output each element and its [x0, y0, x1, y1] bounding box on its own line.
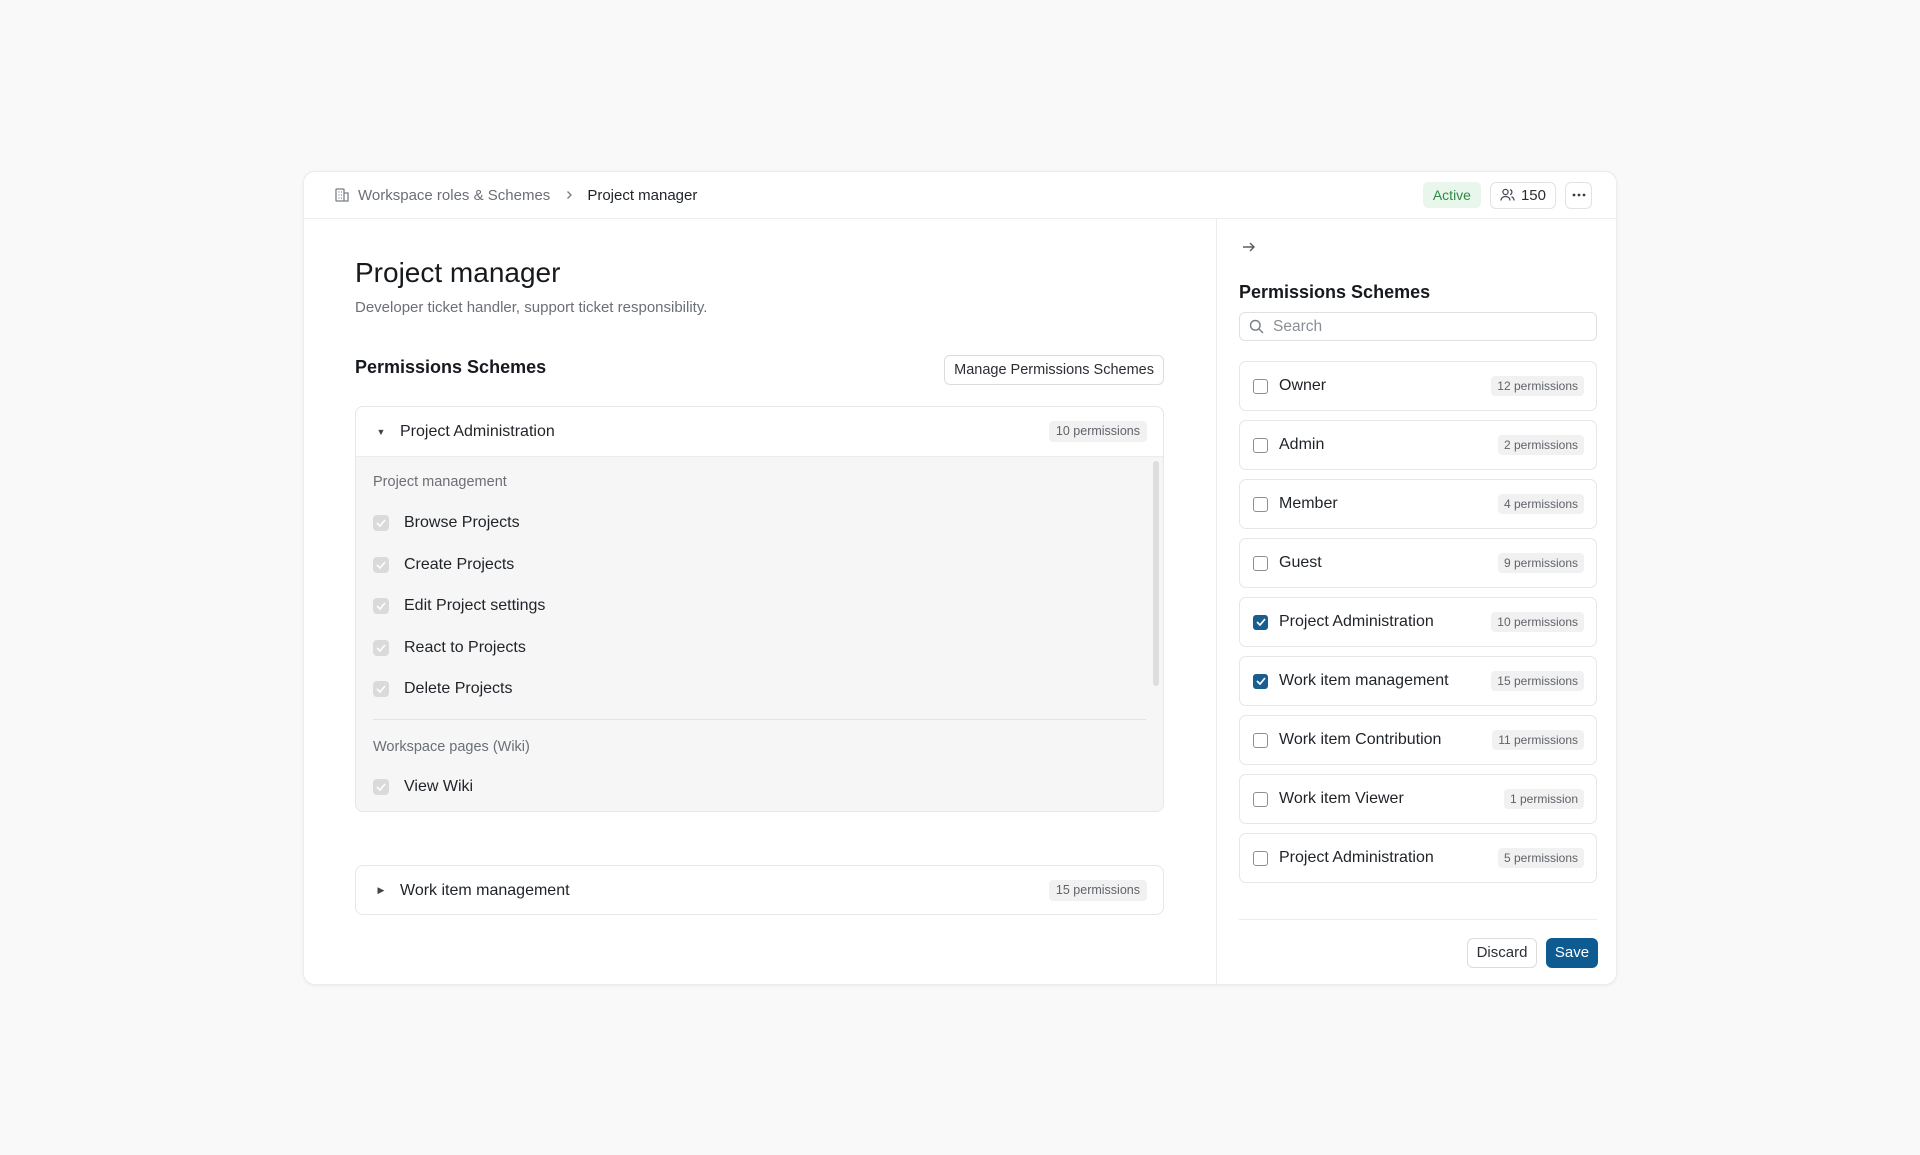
manage-permissions-schemes-button[interactable]: Manage Permissions Schemes [944, 355, 1164, 385]
discard-button[interactable]: Discard [1467, 938, 1537, 968]
accordion-body: Project management Browse Projects Creat… [356, 456, 1163, 811]
breadcrumb-parent-link[interactable]: Workspace roles & Schemes [358, 187, 550, 204]
scheme-name: Admin [1279, 436, 1325, 453]
checkbox[interactable] [1253, 437, 1268, 453]
side-panel-title: Permissions Schemes [1239, 282, 1431, 302]
permission-label: View Wiki [404, 778, 474, 795]
permission-count-badge: 11 permissions [1492, 730, 1584, 750]
scheme-name: Work item Contribution [1279, 731, 1442, 748]
check-icon [373, 515, 389, 531]
checkbox[interactable] [1253, 732, 1268, 748]
footer-divider [1239, 919, 1597, 920]
permission-row: View Wiki [373, 778, 473, 796]
permission-count-badge: 15 permissions [1491, 671, 1584, 691]
accordion-title: Project Administration [400, 422, 555, 440]
scheme-item[interactable]: Owner 12 permissions [1239, 361, 1597, 411]
permission-row: Edit Project settings [373, 597, 545, 615]
permission-label: Create Projects [404, 556, 515, 573]
permission-count-badge: 5 permissions [1497, 848, 1584, 868]
scheme-name: Project Administration [1279, 849, 1434, 866]
scheme-name: Project Administration [1279, 613, 1434, 630]
role-detail-card: Workspace roles & Schemes Project manage… [303, 171, 1617, 985]
checkbox[interactable] [1253, 378, 1268, 394]
check-icon [373, 681, 389, 697]
permission-label: Edit Project settings [404, 597, 546, 614]
scheme-item[interactable]: Work item management 15 permissions [1239, 656, 1597, 706]
permission-label: Browse Projects [404, 514, 520, 531]
checkbox[interactable] [1253, 791, 1268, 807]
breadcrumb: Workspace roles & Schemes Project manage… [334, 187, 697, 204]
member-count: 150 [1520, 186, 1546, 204]
scheme-name: Owner [1279, 377, 1327, 394]
permission-count-badge: 1 permission [1503, 789, 1584, 809]
permission-count-badge: 15 permissions [1048, 880, 1147, 901]
permission-count-badge: 4 permissions [1497, 494, 1584, 514]
scrollbar-thumb[interactable] [1153, 461, 1159, 686]
scheme-item[interactable]: Work item Viewer 1 permission [1239, 774, 1597, 824]
scheme-name: Member [1279, 495, 1338, 512]
arrow-right-icon[interactable] [1242, 241, 1256, 253]
search-input[interactable] [1273, 317, 1573, 336]
permission-label: React to Projects [404, 639, 526, 656]
section-title: Permissions Schemes [355, 357, 547, 377]
side-panel: Permissions Schemes Owner 12 permissions… [1216, 219, 1616, 984]
accordion-header[interactable]: ▶ Work item management 15 permissions [356, 866, 1163, 914]
permission-label: Delete Projects [404, 680, 513, 697]
building-icon [334, 187, 350, 203]
accordion-project-administration: ▼ Project Administration 10 permissions … [355, 406, 1164, 812]
checkbox-checked[interactable] [1253, 614, 1268, 630]
accordion-title: Work item management [400, 881, 570, 899]
scheme-name: Guest [1279, 554, 1322, 571]
more-options-button[interactable] [1565, 181, 1592, 209]
check-icon [1255, 618, 1266, 626]
top-bar: Workspace roles & Schemes Project manage… [304, 172, 1616, 219]
checkbox[interactable] [1253, 496, 1268, 512]
permission-row: Browse Projects [373, 514, 520, 532]
check-icon [373, 598, 389, 614]
scheme-name: Work item management [1279, 672, 1449, 689]
accordion-header[interactable]: ▼ Project Administration 10 permissions [356, 407, 1163, 456]
checkbox[interactable] [1253, 555, 1268, 571]
checkbox-checked[interactable] [1253, 673, 1268, 689]
permission-row: Delete Projects [373, 680, 513, 698]
main-panel: Project manager Developer ticket handler… [304, 219, 1216, 984]
checkbox[interactable] [1253, 850, 1268, 866]
breadcrumb-current: Project manager [587, 186, 698, 204]
page-description: Developer ticket handler, support ticket… [355, 299, 708, 316]
members-button[interactable]: 150 [1489, 181, 1556, 209]
permission-count-badge: 10 permissions [1491, 612, 1584, 632]
group-label: Workspace pages (Wiki) [373, 739, 530, 755]
more-horizontal-icon [1572, 193, 1586, 197]
chevron-right-icon [564, 190, 574, 200]
caret-right-icon: ▶ [377, 885, 385, 895]
permission-count-badge: 12 permissions [1491, 376, 1584, 396]
users-icon [1500, 188, 1515, 202]
scheme-item[interactable]: Work item Contribution 11 permissions [1239, 715, 1597, 765]
save-button[interactable]: Save [1546, 938, 1598, 968]
scheme-name: Work item Viewer [1279, 790, 1404, 807]
scheme-item[interactable]: Guest 9 permissions [1239, 538, 1597, 588]
scheme-item[interactable]: Member 4 permissions [1239, 479, 1597, 529]
check-icon [373, 640, 389, 656]
permission-count-badge: 9 permissions [1497, 553, 1584, 573]
permission-row: React to Projects [373, 639, 526, 657]
scheme-item[interactable]: Project Administration 10 permissions [1239, 597, 1597, 647]
check-icon [373, 779, 389, 795]
group-label: Project management [373, 474, 507, 490]
permission-row: Create Projects [373, 556, 514, 574]
caret-down-icon: ▼ [376, 426, 386, 437]
accordion-work-item-management: ▶ Work item management 15 permissions [355, 865, 1164, 915]
scheme-item[interactable]: Project Administration 5 permissions [1239, 833, 1597, 883]
search-icon [1249, 319, 1264, 334]
status-badge: Active [1422, 182, 1481, 208]
group-divider [373, 719, 1146, 720]
scheme-item[interactable]: Admin 2 permissions [1239, 420, 1597, 470]
search-box [1239, 312, 1597, 341]
check-icon [1255, 677, 1266, 685]
permission-count-badge: 2 permissions [1497, 435, 1584, 455]
check-icon [373, 557, 389, 573]
page-title: Project manager [355, 257, 561, 288]
permission-count-badge: 10 permissions [1048, 421, 1147, 442]
